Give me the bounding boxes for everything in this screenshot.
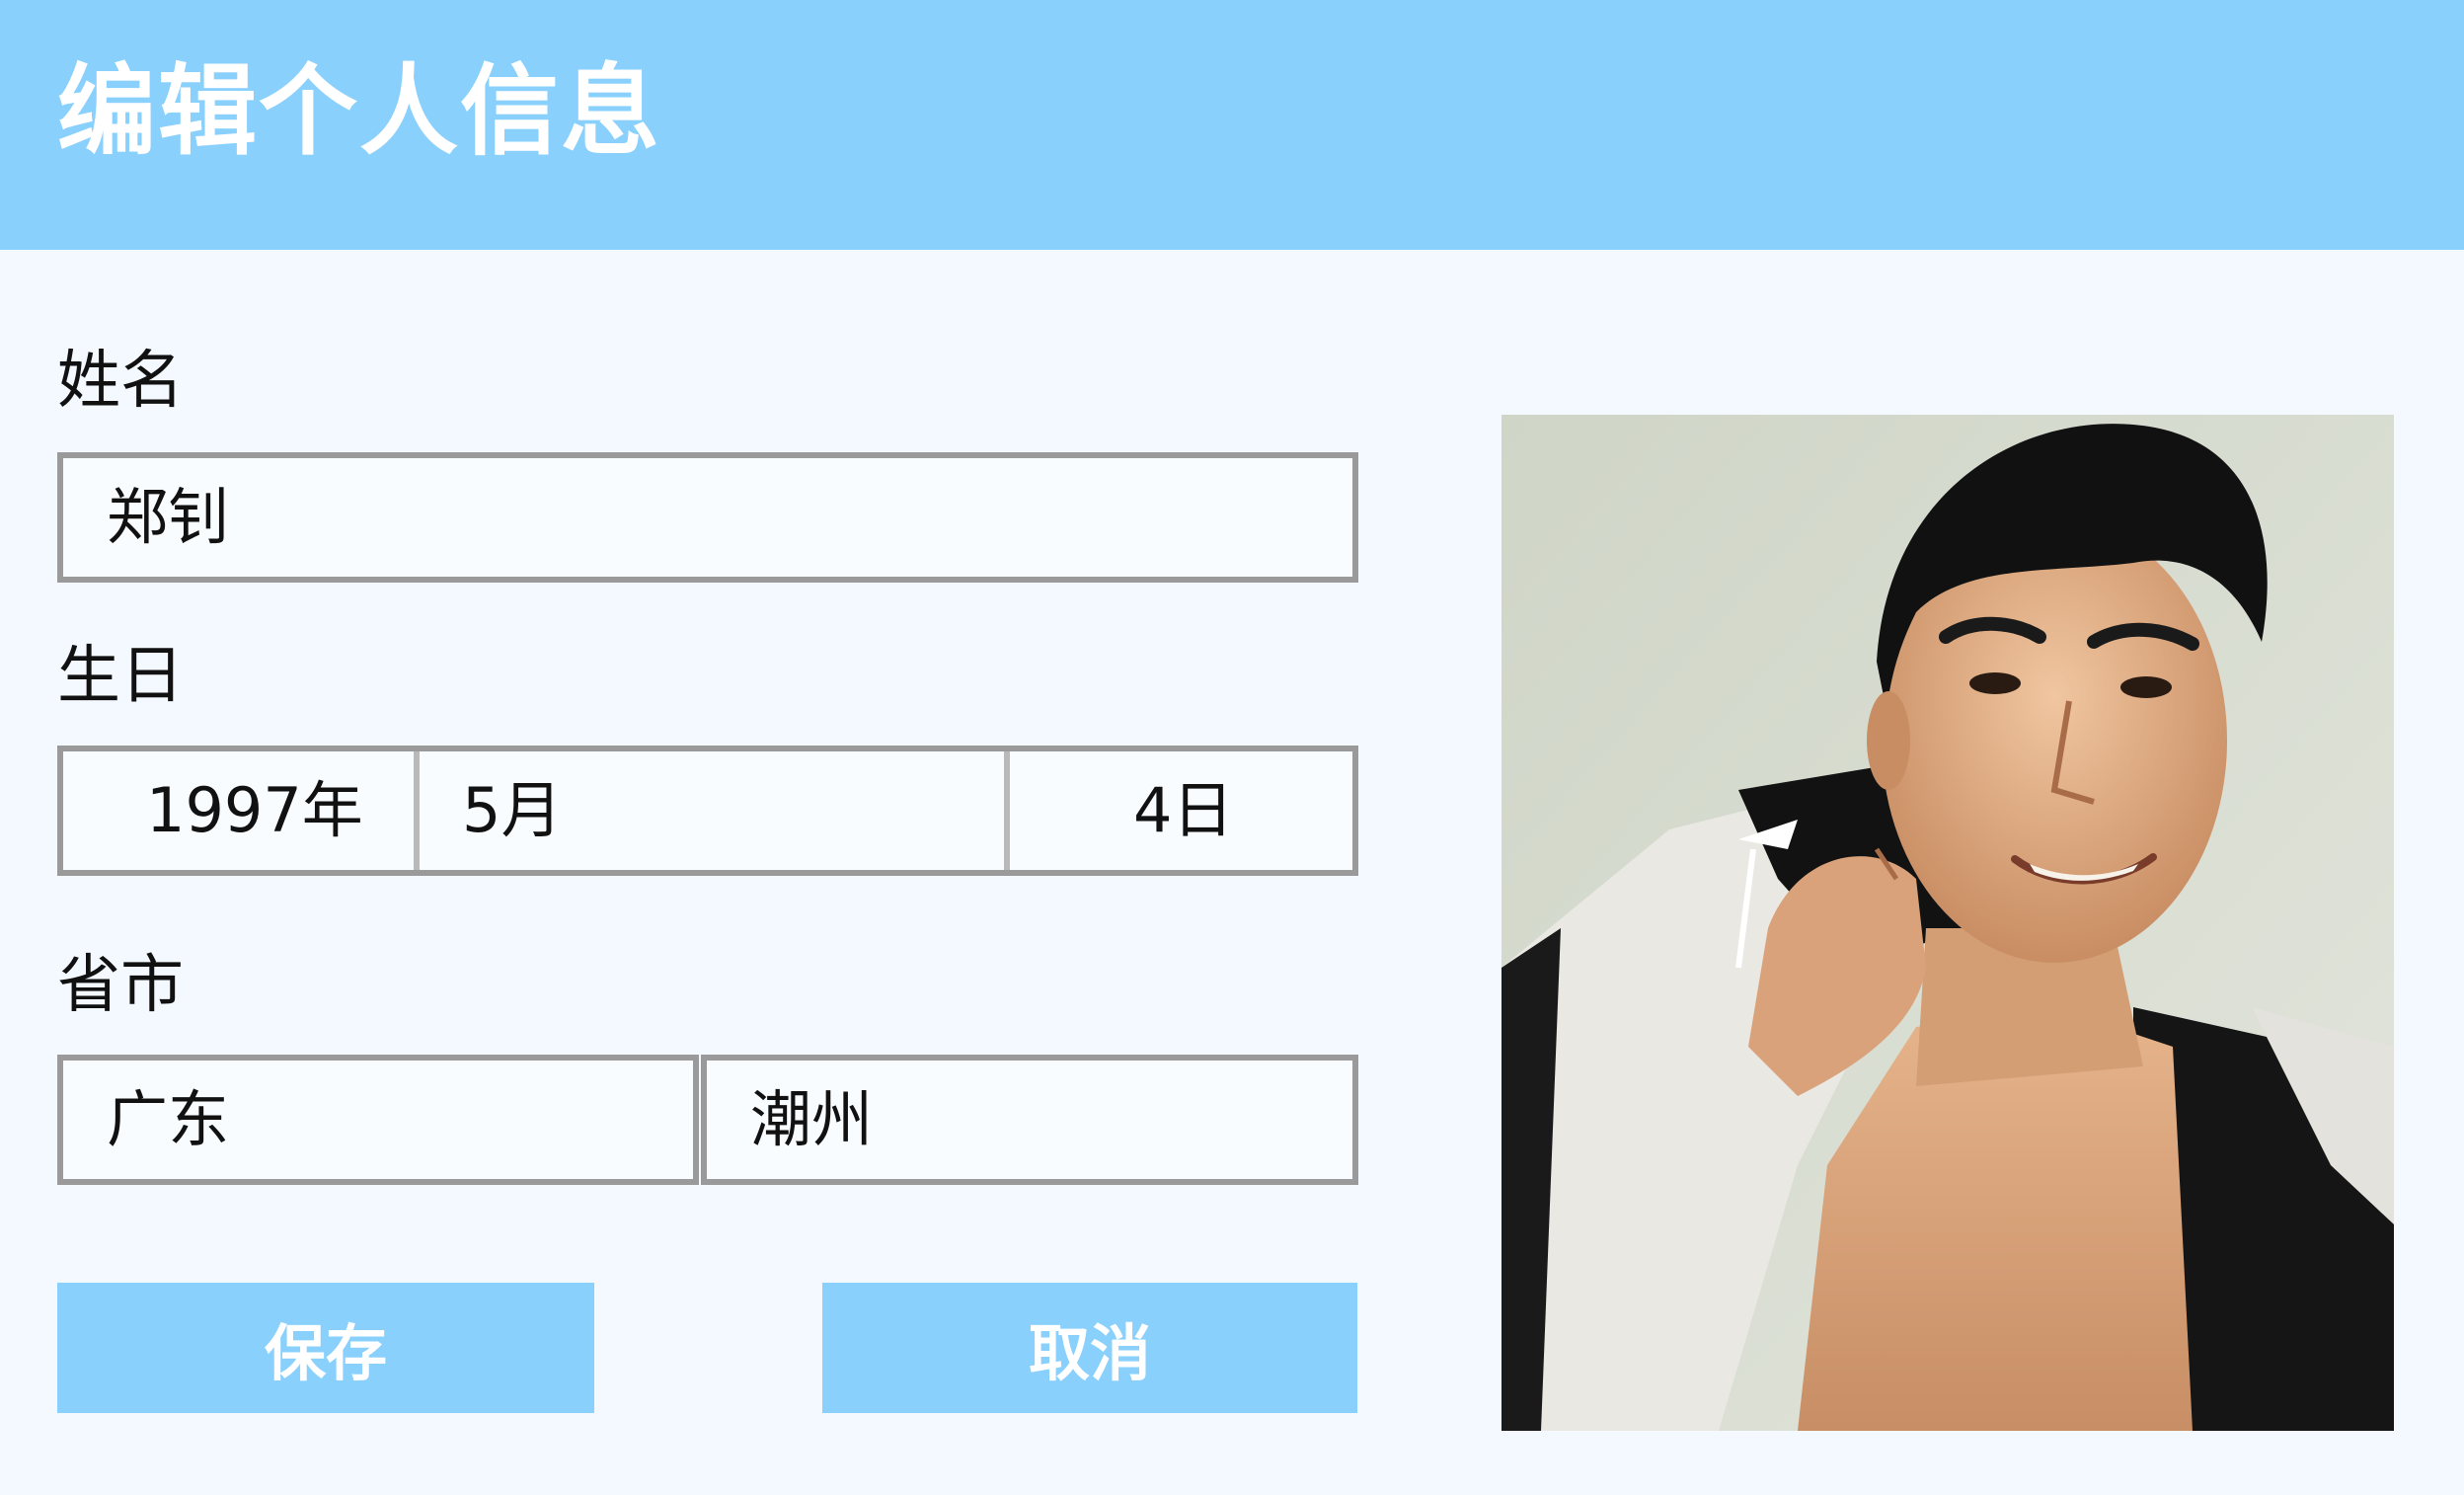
province-select[interactable]: 广东 [57,1055,699,1185]
location-label: 省市 [57,949,184,1022]
page-title: 编辑个人信息 [57,53,661,169]
city-value: 潮州 [750,1083,874,1155]
birthday-day-value[interactable]: 4日 [1133,771,1233,850]
birthday-label: 生日 [57,640,184,713]
birthday-year-value[interactable]: 1997年 [146,771,363,850]
cancel-button[interactable]: 取消 [822,1283,1357,1413]
name-input-value: 郑钊 [107,481,230,553]
birthday-picker[interactable]: 1997年 5月 4日 [57,746,1358,876]
province-value: 广东 [107,1083,230,1155]
city-select[interactable]: 潮州 [701,1055,1358,1185]
profile-photo[interactable] [1502,415,2394,1431]
name-input[interactable]: 郑钊 [57,452,1358,583]
birthday-divider-1 [414,751,420,870]
header-bar: 编辑个人信息 [0,0,2464,250]
name-label: 姓名 [57,345,184,418]
portrait-image [1502,415,2394,1431]
birthday-month-value[interactable]: 5月 [462,771,562,850]
birthday-divider-2 [1004,751,1010,870]
save-button[interactable]: 保存 [57,1283,594,1413]
